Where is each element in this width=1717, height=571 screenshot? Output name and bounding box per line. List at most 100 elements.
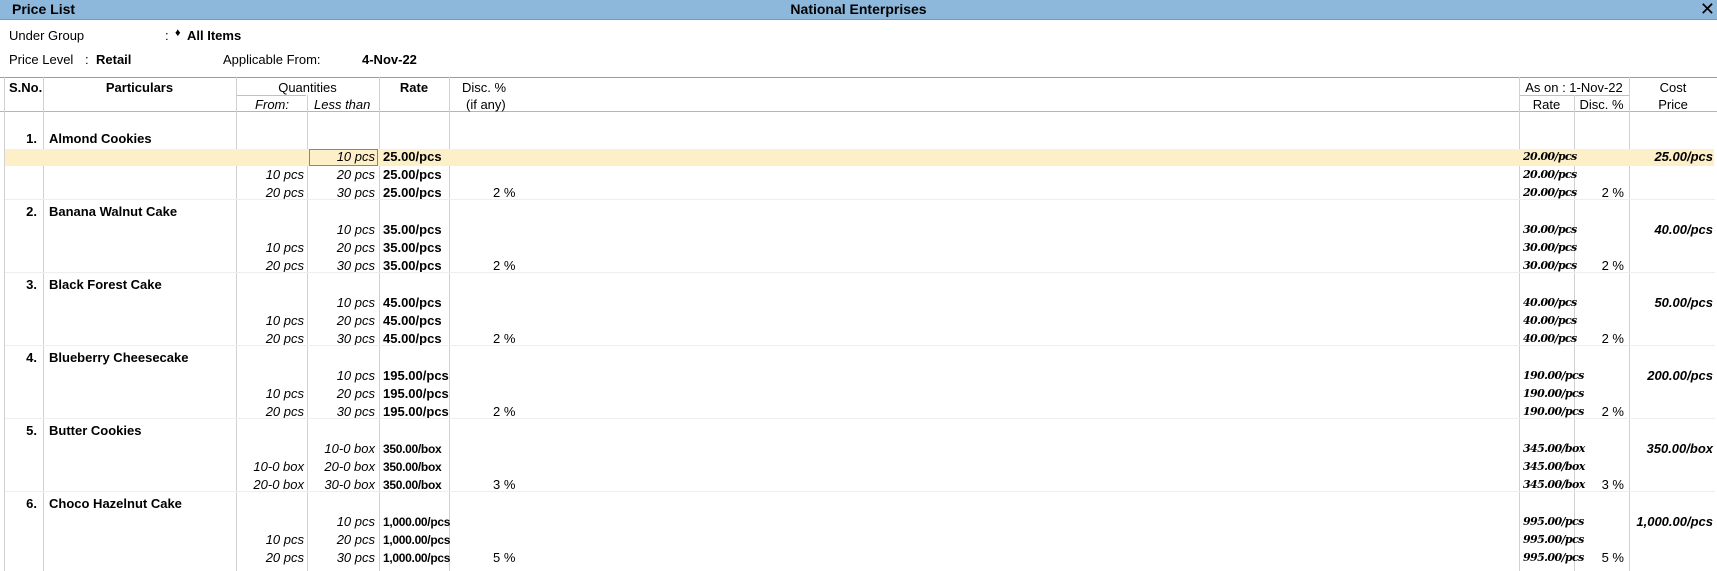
item-sno: 2. — [26, 204, 37, 219]
slab-rate[interactable]: 35.00/pcs — [383, 221, 442, 239]
slab-prev-rate: 40.00/pcs — [1523, 296, 1577, 309]
slab-disc[interactable]: 5 % — [493, 549, 515, 567]
item-name[interactable]: Butter Cookies — [49, 422, 141, 440]
slab-less-than[interactable]: 20 pcs — [307, 166, 375, 184]
slab-from[interactable]: 10 pcs — [236, 385, 304, 403]
col-prev-rate-header: Rate — [1532, 97, 1561, 112]
table-top-border — [0, 77, 1717, 78]
slab-from[interactable] — [236, 513, 304, 531]
slab-from[interactable] — [236, 294, 304, 312]
slab-from[interactable]: 20 pcs — [236, 549, 304, 567]
slab-prev-disc — [1574, 312, 1624, 330]
slab-rate[interactable]: 25.00/pcs — [383, 148, 442, 166]
slab-from[interactable]: 10 pcs — [236, 166, 304, 184]
slab-prev-rate: 40.00/pcs — [1523, 314, 1577, 327]
slab-prev-rate: 20.00/pcs — [1523, 168, 1577, 181]
slab-prev-disc — [1574, 513, 1624, 531]
col-cost-price-header: Price — [1658, 97, 1688, 112]
slab-prev-disc — [1574, 294, 1624, 312]
slab-rate[interactable]: 45.00/pcs — [383, 312, 442, 330]
item-name[interactable]: Almond Cookies — [49, 130, 152, 148]
slab-prev-rate: 20.00/pcs — [1523, 150, 1577, 163]
item-name[interactable]: Choco Hazelnut Cake — [49, 495, 182, 513]
slab-prev-disc — [1574, 531, 1624, 549]
slab-less-than[interactable]: 10 pcs — [307, 513, 375, 531]
slab-less-than[interactable]: 20 pcs — [307, 312, 375, 330]
slab-from[interactable] — [236, 367, 304, 385]
slab-from[interactable] — [236, 148, 304, 166]
item-sno: 6. — [26, 496, 37, 511]
slab-rate[interactable]: 1,000.00/pcs — [383, 513, 450, 531]
col-disc-header: Disc. % — [462, 80, 507, 95]
slab-less-than[interactable]: 10 pcs — [307, 367, 375, 385]
slab-rate[interactable]: 1,000.00/pcs — [383, 531, 450, 549]
slab-from[interactable] — [236, 440, 304, 458]
slab-prev-rate: 30.00/pcs — [1523, 241, 1577, 254]
price-level-colon: : — [85, 52, 89, 67]
item-name[interactable]: Banana Walnut Cake — [49, 203, 177, 221]
item-name[interactable]: Black Forest Cake — [49, 276, 162, 294]
slab-prev-disc — [1574, 458, 1624, 476]
slab-from[interactable]: 10 pcs — [236, 239, 304, 257]
slab-prev-rate: 30.00/pcs — [1523, 223, 1577, 236]
slab-from[interactable]: 10-0 box — [236, 458, 304, 476]
slab-less-than[interactable]: 20 pcs — [307, 531, 375, 549]
applicable-from-label: Applicable From: — [223, 52, 321, 67]
item-sno: 3. — [26, 277, 37, 292]
slab-less-than[interactable]: 20-0 box — [307, 458, 375, 476]
slab-prev-disc — [1574, 367, 1624, 385]
item-name[interactable]: Blueberry Cheesecake — [49, 349, 188, 367]
slab-less-than[interactable]: 20 pcs — [307, 385, 375, 403]
slab-less-than[interactable]: 10-0 box — [307, 440, 375, 458]
item-cost-price: 1,000.00/pcs — [1636, 514, 1713, 529]
slab-rate[interactable]: 35.00/pcs — [383, 239, 442, 257]
slab-prev-disc — [1574, 385, 1624, 403]
slab-rate[interactable]: 350.00/box — [383, 458, 442, 476]
slab-less-than[interactable]: 30 pcs — [307, 549, 375, 567]
slab-prev-disc: 5 % — [1601, 550, 1624, 565]
col-as-on-header: As on : 1-Nov-22 — [1525, 80, 1623, 95]
slab-prev-disc — [1574, 148, 1624, 166]
slab-from[interactable]: 10 pcs — [236, 531, 304, 549]
slab-rate[interactable]: 195.00/pcs — [383, 367, 449, 385]
slab-rate[interactable]: 1,000.00/pcs — [383, 549, 450, 567]
slab-rate[interactable]: 350.00/box — [383, 440, 442, 458]
slab-from[interactable] — [236, 221, 304, 239]
item-cost-price: 350.00/box — [1646, 441, 1714, 456]
item-separator — [5, 418, 1715, 419]
slab-rate[interactable]: 25.00/pcs — [383, 166, 442, 184]
slab-prev-disc — [1574, 166, 1624, 184]
col-prev-disc-header: Disc. % — [1579, 97, 1624, 112]
slab-rate[interactable]: 195.00/pcs — [383, 385, 449, 403]
col-particulars-header: Particulars — [105, 80, 174, 95]
item-cost-price: 50.00/pcs — [1654, 295, 1713, 310]
col-rate-header: Rate — [399, 80, 429, 95]
item-separator — [5, 491, 1715, 492]
under-group-value[interactable]: All Items — [187, 28, 241, 43]
under-group-label: Under Group — [9, 28, 85, 43]
slab-from[interactable]: 10 pcs — [236, 312, 304, 330]
close-icon[interactable]: ✕ — [1700, 0, 1715, 19]
price-level-value[interactable]: Retail — [96, 52, 131, 67]
title-bar: National Enterprises Price List ✕ — [0, 0, 1717, 20]
slab-rate[interactable]: 45.00/pcs — [383, 294, 442, 312]
item-separator — [5, 272, 1715, 273]
slab-prev-disc — [1574, 440, 1624, 458]
col-cost-header: Cost — [1659, 80, 1687, 95]
slab-prev-disc — [1574, 239, 1624, 257]
under-group-colon: : — [165, 28, 169, 43]
col-ifany-header: (if any) — [466, 97, 506, 112]
slab-less-than[interactable]: 10 pcs — [307, 221, 375, 239]
applicable-from-value[interactable]: 4-Nov-22 — [362, 52, 417, 67]
slab-less-than[interactable]: 20 pcs — [307, 239, 375, 257]
slab-prev-disc — [1574, 221, 1624, 239]
item-separator — [5, 345, 1715, 346]
slab-less-than[interactable]: 10 pcs — [307, 148, 375, 166]
company-name: National Enterprises — [790, 1, 927, 17]
item-cost-price: 200.00/pcs — [1647, 368, 1713, 383]
slab-less-than[interactable]: 10 pcs — [307, 294, 375, 312]
item-sno: 5. — [26, 423, 37, 438]
col-quantities-header: Quantities — [278, 80, 337, 95]
quantities-underline — [236, 95, 306, 96]
price-level-label: Price Level — [9, 52, 74, 67]
